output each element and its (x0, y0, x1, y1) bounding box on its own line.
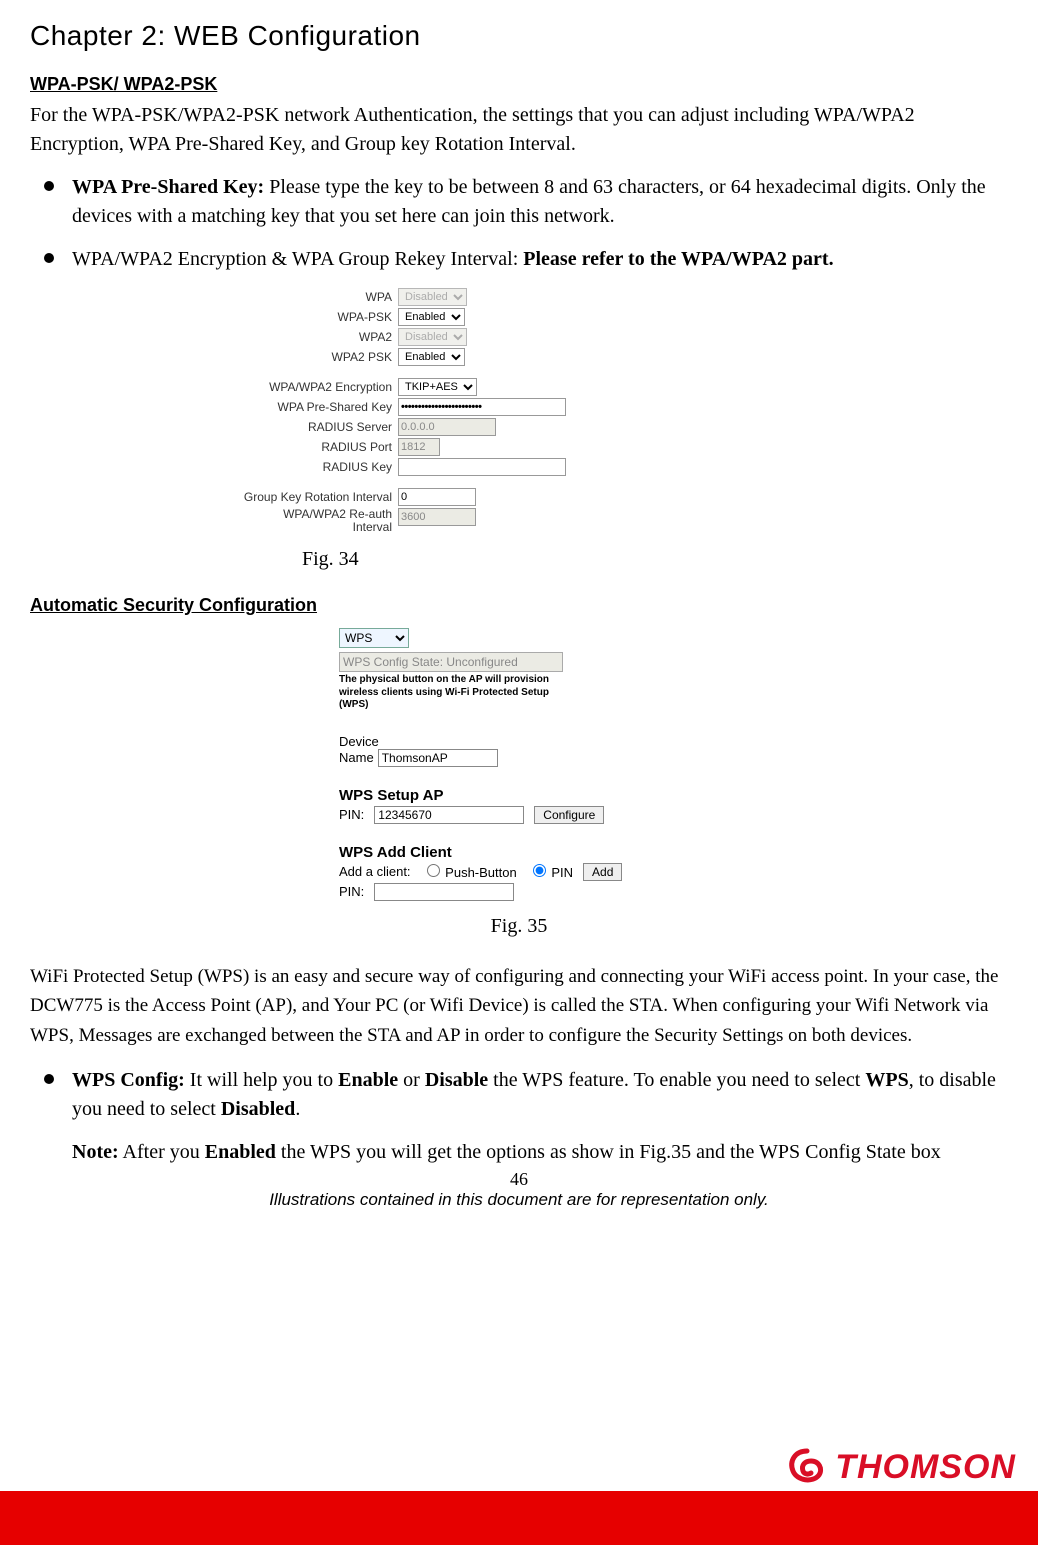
radius-server-label: RADIUS Server (200, 420, 398, 434)
wps-paragraph: WiFi Protected Setup (WPS) is an easy an… (30, 962, 1008, 1050)
section-auto-security-heading: Automatic Security Configuration (30, 595, 1008, 616)
radius-key-label: RADIUS Key (200, 460, 398, 474)
group-key-input[interactable] (398, 488, 476, 506)
wps-add-client-heading: WPS Add Client (339, 844, 699, 861)
footer-note: Illustrations contained in this document… (30, 1190, 1008, 1210)
fig34-form: WPA Disabled WPA-PSK Enabled WPA2 Disabl… (200, 288, 670, 534)
add-button[interactable]: Add (583, 863, 622, 881)
pin-option[interactable]: PIN (527, 864, 573, 880)
fig35-caption: Fig. 35 (30, 915, 1008, 938)
wpa2-label: WPA2 (200, 330, 398, 344)
wps-config-state: WPS Config State: Unconfigured (339, 652, 563, 672)
wpapsk-label: WPA-PSK (200, 310, 398, 324)
psk-label: WPA Pre-Shared Key (200, 400, 398, 414)
bullet2-prefix: WPA/WPA2 Encryption & WPA Group Rekey In… (72, 248, 523, 270)
ap-pin-label: PIN: (339, 807, 364, 822)
psk-input[interactable] (398, 398, 566, 416)
page-number: 46 (30, 1169, 1008, 1190)
section-wpa-psk-heading: WPA-PSK/ WPA2-PSK (30, 74, 1008, 95)
push-button-option[interactable]: Push-Button (421, 864, 517, 880)
radius-server-input (398, 418, 496, 436)
thomson-swirl-icon (785, 1447, 829, 1487)
wpa2psk-label: WPA2 PSK (200, 350, 398, 364)
wps-desc: The physical button on the AP will provi… (339, 674, 549, 712)
section1-intro: For the WPA-PSK/WPA2-PSK network Authent… (30, 101, 1008, 159)
wpapsk-select[interactable]: Enabled (398, 308, 465, 326)
fig34-caption: Fig. 34 (30, 548, 1008, 571)
radius-port-input (398, 438, 440, 456)
wpa2psk-select[interactable]: Enabled (398, 348, 465, 366)
thomson-wordmark: THOMSON (835, 1448, 1016, 1487)
footer-red-bar (0, 1491, 1038, 1545)
bullet-wpa-pre-shared-key: WPA Pre-Shared Key: Please type the key … (30, 173, 1008, 231)
wpa-label: WPA (200, 290, 398, 304)
wpa-select: Disabled (398, 288, 467, 306)
add-client-label: Add a client: (339, 864, 411, 879)
bullet-wpa-encryption: WPA/WPA2 Encryption & WPA Group Rekey In… (30, 245, 1008, 274)
fig35-form: WPS WPS Config State: Unconfigured The p… (339, 628, 699, 901)
device-name-input[interactable] (378, 749, 498, 767)
wps-note: Note: After you Enabled the WPS you will… (30, 1138, 1008, 1167)
thomson-logo: THOMSON (785, 1447, 1016, 1487)
wpa2-select: Disabled (398, 328, 467, 346)
pin-radio[interactable] (533, 864, 546, 877)
radius-key-input[interactable] (398, 458, 566, 476)
client-pin-label: PIN: (339, 884, 364, 899)
device-label-line2: Name (339, 750, 374, 765)
push-button-radio[interactable] (427, 864, 440, 877)
configure-button[interactable]: Configure (534, 806, 604, 824)
wps-setup-ap-heading: WPS Setup AP (339, 787, 699, 804)
radius-port-label: RADIUS Port (200, 440, 398, 454)
device-label-line1: Device (339, 734, 699, 749)
enc-label: WPA/WPA2 Encryption (200, 380, 398, 394)
client-pin-input[interactable] (374, 883, 514, 901)
bullet2-bold: Please refer to the WPA/WPA2 part. (523, 248, 833, 270)
wps-mode-select[interactable]: WPS (339, 628, 409, 648)
group-key-label: Group Key Rotation Interval (200, 490, 398, 504)
chapter-title: Chapter 2: WEB Configuration (30, 20, 1008, 52)
bullet-wps-config: WPS Config: It will help you to Enable o… (30, 1066, 1008, 1124)
encryption-select[interactable]: TKIP+AES (398, 378, 477, 396)
reauth-input (398, 508, 476, 526)
wps-config-label: WPS Config: (72, 1069, 185, 1091)
reauth-label: WPA/WPA2 Re-authInterval (200, 508, 398, 534)
ap-pin-input[interactable] (374, 806, 524, 824)
bullet1-label: WPA Pre-Shared Key: (72, 176, 264, 198)
